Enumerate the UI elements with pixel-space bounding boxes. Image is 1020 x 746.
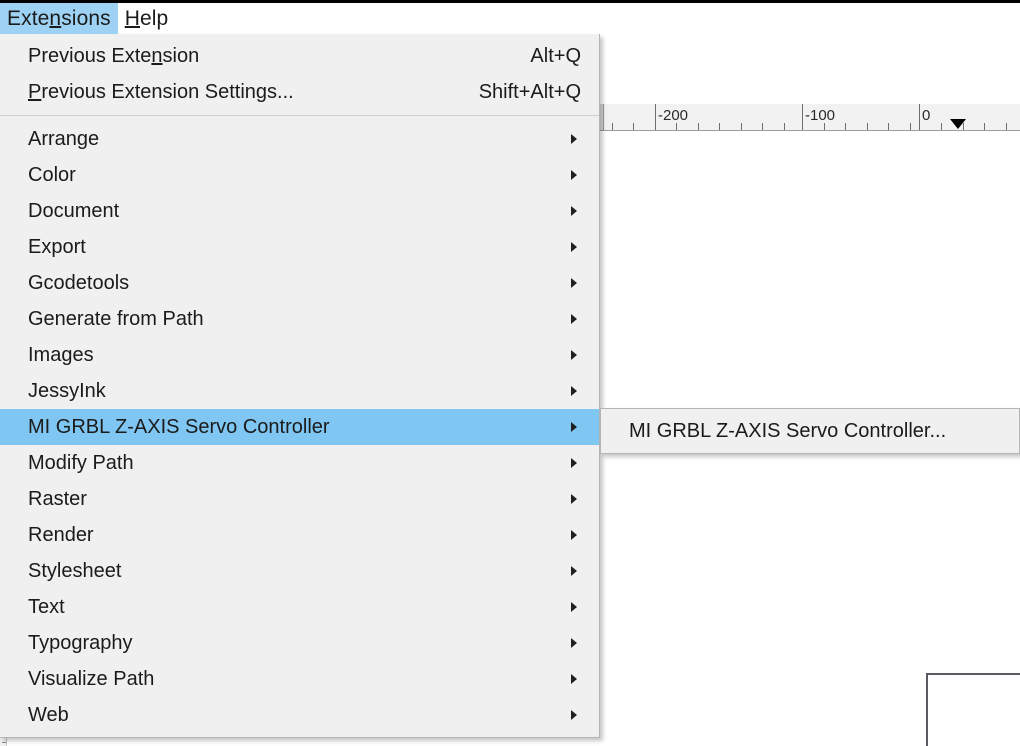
menubar-help-accel-char: H — [124, 6, 140, 30]
menu-item-label: Visualize Path — [28, 667, 155, 690]
chevron-right-icon — [571, 710, 577, 720]
menu-item-web[interactable]: Web — [0, 697, 599, 733]
menu-item-gcodetools[interactable]: Gcodetools — [0, 265, 599, 301]
mi-grbl-z-axis-servo-controller-submenu: MI GRBL Z-AXIS Servo Controller... — [600, 408, 1020, 454]
document-page-border — [926, 673, 1020, 746]
menu-item-previous-extension-settings[interactable]: Previous Extension Settings... Shift+Alt+… — [0, 74, 599, 110]
menubar-extensions-pre: Exte — [7, 6, 50, 30]
menu-item-jessyink[interactable]: JessyInk — [0, 373, 599, 409]
ruler-tick-minor — [784, 123, 785, 130]
menu-item-label: Previous Extension Settings... — [28, 80, 294, 103]
ruler-tick-major — [655, 104, 656, 130]
menu-item-label: Color — [28, 163, 76, 186]
ruler-tick-minor — [984, 123, 985, 130]
chevron-right-icon — [571, 530, 577, 540]
inkscape-window: -200 -100 0 Exte n sions Help Previous Exten… — [0, 0, 1020, 746]
menu-item-previous-extension[interactable]: Previous Extension Alt+Q — [0, 38, 599, 74]
chevron-right-icon — [571, 134, 577, 144]
chevron-right-icon — [571, 350, 577, 360]
menu-item-mi-grbl-z-axis-servo-controller[interactable]: MI GRBL Z-AXIS Servo Controller — [0, 409, 599, 445]
menu-item-label: Arrange — [28, 127, 100, 150]
menu-item-label: Typography — [28, 631, 133, 654]
chevron-right-icon — [571, 386, 577, 396]
ruler-tick-minor — [941, 123, 942, 130]
chevron-right-icon — [571, 602, 577, 612]
extensions-dropdown-menu: Previous Extension Alt+Q Previous Extensio… — [0, 34, 600, 738]
menu-item-arrange[interactable]: Arrange — [0, 121, 599, 157]
menu-item-label: MI GRBL Z-AXIS Servo Controller — [28, 415, 330, 438]
chevron-right-icon — [571, 566, 577, 576]
menu-item-label: MI GRBL Z-AXIS Servo Controller... — [629, 419, 947, 442]
menu-item-label: Document — [28, 199, 120, 222]
menu-item-label: Text — [28, 595, 65, 618]
menu-item-document[interactable]: Document — [0, 193, 599, 229]
ruler-tick-minor — [1006, 123, 1007, 130]
ruler-tick-minor — [888, 123, 889, 130]
menu-item-label: Images — [28, 343, 94, 366]
menu-item-generate-from-path[interactable]: Generate from Path — [0, 301, 599, 337]
chevron-right-icon — [571, 422, 577, 432]
menu-item-images[interactable]: Images — [0, 337, 599, 373]
menu-item-color[interactable]: Color — [0, 157, 599, 193]
menu-item-shortcut: Alt+Q — [530, 44, 581, 67]
menu-item-shortcut: Shift+Alt+Q — [478, 80, 581, 103]
menubar-extensions-post: sions — [61, 6, 111, 30]
menu-item-visualize-path[interactable]: Visualize Path — [0, 661, 599, 697]
chevron-right-icon — [571, 314, 577, 324]
menu-item-raster[interactable]: Raster — [0, 481, 599, 517]
ruler-label: -200 — [658, 107, 689, 124]
menubar-item-extensions[interactable]: Exte n sions — [0, 3, 118, 34]
ruler-tick-minor — [824, 123, 825, 130]
ruler-tick-minor — [845, 123, 846, 130]
menu-item-stylesheet[interactable]: Stylesheet — [0, 553, 599, 589]
menu-item-label: Previous Extension — [28, 44, 200, 67]
ruler-tick-minor — [612, 123, 613, 130]
menu-item-label: Generate from Path — [28, 307, 204, 330]
ruler-tick-minor — [633, 123, 634, 130]
chevron-right-icon — [571, 494, 577, 504]
ruler-cursor-marker-icon — [950, 119, 966, 129]
ruler-tick-minor — [910, 123, 911, 130]
menu-item-label: Stylesheet — [28, 559, 122, 582]
menu-item-label: Export — [28, 235, 86, 258]
menu-item-label: Modify Path — [28, 451, 134, 474]
ruler-tick-minor — [762, 123, 763, 130]
chevron-right-icon — [571, 242, 577, 252]
menu-item-export[interactable]: Export — [0, 229, 599, 265]
chevron-right-icon — [571, 206, 577, 216]
menubar-help-post: elp — [140, 6, 169, 30]
chevron-right-icon — [571, 674, 577, 684]
menu-bar: Exte n sions Help — [0, 3, 1020, 34]
ruler-label: -100 — [805, 107, 836, 124]
menu-item-typography[interactable]: Typography — [0, 625, 599, 661]
menu-separator — [0, 115, 599, 116]
menubar-item-help[interactable]: Help — [118, 3, 176, 34]
chevron-right-icon — [571, 458, 577, 468]
ruler-tick-major — [802, 104, 803, 130]
ruler-tick-minor — [719, 123, 720, 130]
chevron-right-icon — [571, 638, 577, 648]
chevron-right-icon — [571, 278, 577, 288]
ruler-tick-minor — [741, 123, 742, 130]
menu-item-label: Gcodetools — [28, 271, 130, 294]
menubar-extensions-accel-char: n — [49, 6, 62, 30]
menu-item-modify-path[interactable]: Modify Path — [0, 445, 599, 481]
vruler-tick — [2, 742, 6, 743]
horizontal-ruler[interactable]: -200 -100 0 — [600, 104, 1020, 131]
ruler-tick-minor — [698, 123, 699, 130]
ruler-label: 0 — [922, 107, 931, 124]
ruler-tick-minor — [867, 123, 868, 130]
menu-item-text[interactable]: Text — [0, 589, 599, 625]
menu-item-label: Raster — [28, 487, 87, 510]
ruler-tick-minor — [676, 123, 677, 130]
menu-item-label: JessyInk — [28, 379, 106, 402]
chevron-right-icon — [571, 170, 577, 180]
menu-item-render[interactable]: Render — [0, 517, 599, 553]
ruler-tick-major — [919, 104, 920, 130]
menu-item-label: Web — [28, 703, 69, 726]
ruler-corner-box — [600, 104, 604, 130]
menu-item-label: Render — [28, 523, 94, 546]
submenu-item-mi-grbl-z-axis-servo-controller[interactable]: MI GRBL Z-AXIS Servo Controller... — [601, 413, 1019, 449]
canvas-top-gap — [600, 34, 1020, 104]
